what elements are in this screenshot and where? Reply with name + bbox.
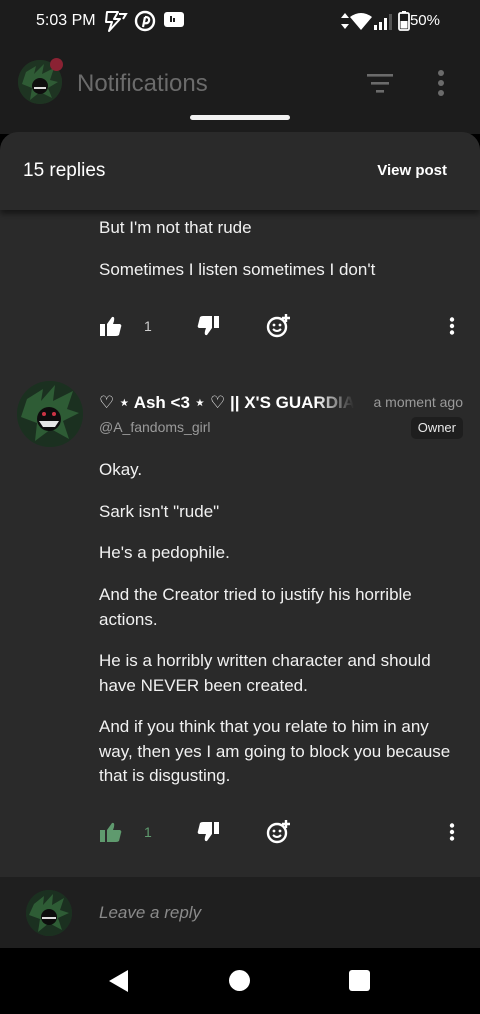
like-count: 1 [144, 318, 152, 334]
notification-dot [50, 58, 63, 71]
thumbs-up-icon[interactable] [100, 316, 122, 336]
comment-more-icon[interactable] [449, 317, 455, 335]
avatar-art-icon [17, 381, 83, 447]
thumbs-down-icon[interactable] [197, 316, 219, 336]
author-handle: @A_fandoms_girl [99, 419, 211, 435]
battery-icon [398, 11, 410, 31]
add-reaction-icon[interactable] [266, 818, 292, 844]
wifi-icon [350, 13, 372, 30]
owner-badge: Owner [410, 417, 463, 439]
comment-more-icon[interactable] [449, 823, 455, 841]
reply-input[interactable]: Leave a reply [99, 903, 201, 923]
my-avatar [26, 890, 72, 936]
comment-text: He's a pedophile. [99, 543, 230, 562]
drag-handle[interactable] [190, 115, 290, 120]
system-nav-bar [0, 948, 480, 1014]
status-bar: 5:03 PM 50% [0, 0, 480, 44]
status-time: 5:03 PM [36, 12, 96, 29]
like-count: 1 [144, 824, 152, 840]
app-bar: Notifications [0, 44, 480, 134]
thumbs-up-icon[interactable] [100, 822, 122, 842]
comment-text: Okay. [99, 460, 143, 479]
replies-sheet: 15 replies View post But I'm not that ru… [0, 132, 480, 948]
reply-bar: Leave a reply [0, 877, 480, 948]
signal-icon [374, 14, 392, 30]
flash-icon [105, 11, 128, 32]
comment-text: Sark isn't "rude" [99, 502, 220, 521]
page-title: Notifications [77, 70, 208, 97]
home-icon[interactable] [229, 970, 250, 991]
comment-text: He is a horribly written character and s… [99, 651, 431, 695]
view-post-button[interactable]: View post [377, 162, 447, 179]
message-icon [164, 12, 184, 27]
comment-timestamp: a moment ago [373, 394, 464, 410]
sheet-header: 15 replies View post [0, 132, 480, 210]
more-vertical-icon[interactable] [437, 70, 445, 96]
author-avatar[interactable] [17, 381, 83, 447]
battery-percent: 50% [409, 12, 440, 29]
author-name[interactable]: ♡ ⋆ Ash <3 ⋆ ♡ || X'S GUARDIAN [99, 393, 354, 417]
comment-text: But I'm not that rude [99, 218, 252, 237]
comment-text: And if you think that you relate to him … [99, 717, 451, 785]
comment-text: Sometimes I listen sometimes I don't [99, 260, 376, 279]
filter-icon[interactable] [366, 72, 396, 94]
pinterest-icon [134, 10, 156, 32]
add-reaction-icon[interactable] [266, 312, 292, 338]
replies-count: 15 replies [23, 160, 106, 181]
comment-actions: 1 [0, 312, 480, 342]
thumbs-down-icon[interactable] [197, 822, 219, 842]
data-arrows-icon [341, 13, 349, 29]
back-icon[interactable] [108, 969, 130, 993]
avatar-art-icon [26, 890, 72, 936]
comment-text: And the Creator tried to justify his hor… [99, 585, 412, 629]
recents-icon[interactable] [349, 970, 370, 991]
comment-actions: 1 [0, 818, 480, 848]
